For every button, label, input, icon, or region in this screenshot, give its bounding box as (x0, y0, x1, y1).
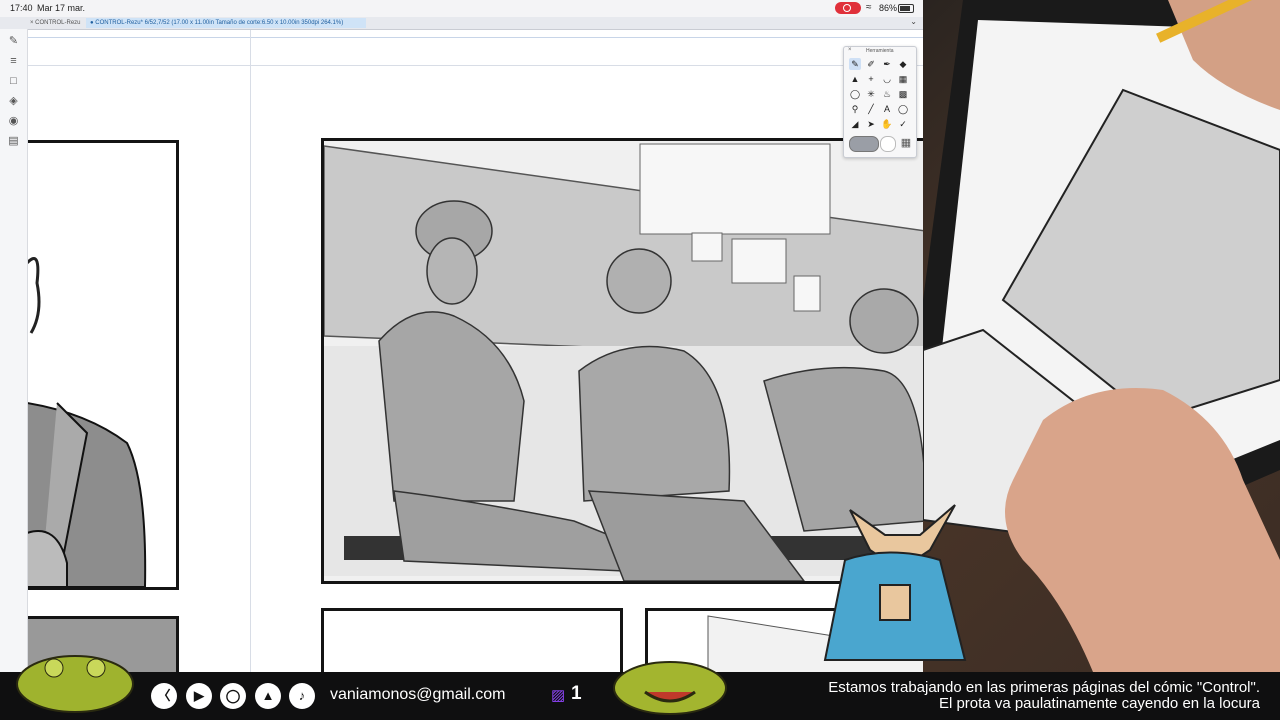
sub-color-swatch[interactable] (880, 136, 896, 152)
sliders-icon[interactable]: ≡ (7, 55, 20, 68)
guide-line (28, 65, 923, 66)
close-icon[interactable]: × (848, 47, 852, 53)
comic-panel-left (28, 140, 179, 590)
artstation-icon[interactable]: ▲ (255, 683, 281, 709)
plus-icon[interactable]: + (865, 73, 877, 85)
gradient-icon[interactable]: ▩ (897, 88, 909, 100)
status-bar: 17:40 Mar 17 mar. ≈ 86% (0, 0, 923, 17)
ruler-icon[interactable]: ◢ (849, 118, 861, 130)
tab-label: CONTROL-Rezu* 6/52,7/52 (17.00 x 11.00in… (95, 20, 344, 26)
instagram-icon[interactable]: ◯ (220, 683, 246, 709)
tab-label: CONTROL-Rezu (35, 20, 81, 26)
eraser-icon[interactable]: ◆ (897, 58, 909, 70)
tab-control-active[interactable]: ● CONTROL-Rezu* 6/52,7/52 (17.00 x 11.00… (86, 18, 366, 28)
contact-email: vaniamonos@gmail.com (330, 686, 506, 703)
wifi-icon: ≈ (866, 2, 872, 13)
brush-icon[interactable]: ✒ (881, 58, 893, 70)
drawing-canvas[interactable] (28, 30, 923, 672)
comic-panel-bottom-middle (321, 608, 623, 672)
left-toolbar: ✎ ≡ □ ◈ ◉ ▤ (0, 29, 28, 672)
webcam-image (923, 0, 1280, 672)
bucket-icon[interactable]: ♨ (881, 88, 893, 100)
battery-icon (898, 4, 914, 13)
materials-icon[interactable]: ◉ (7, 115, 20, 128)
wand-icon[interactable]: ✳ (865, 88, 877, 100)
youtube-icon[interactable]: ▶ (186, 683, 212, 709)
status-date: Mar 17 mar. (37, 3, 86, 13)
dog-mascot-sticker (823, 504, 967, 661)
transparent-color-icon[interactable]: ▦ (899, 136, 913, 150)
webcam-feed (923, 0, 1280, 672)
frog-mascot-right (613, 661, 727, 715)
twitch-icon[interactable]: 〈 (151, 683, 177, 709)
brush-settings-icon[interactable]: ✎ (7, 35, 20, 48)
viewer-count: 1 (571, 683, 582, 704)
frog-mascot-left (16, 655, 134, 713)
character-sketch-left (28, 257, 147, 587)
status-time: 17:40 (10, 3, 33, 13)
move-icon[interactable]: ▲ (849, 73, 861, 85)
pencil-icon[interactable]: ✐ (865, 58, 877, 70)
drawing-app: 17:40 Mar 17 mar. ≈ 86% × CONTROL-Rezu ●… (0, 0, 923, 672)
balloon-icon[interactable]: ◯ (897, 103, 909, 115)
tiktok-icon[interactable]: ♪ (289, 683, 315, 709)
text-icon[interactable]: A (881, 103, 893, 115)
guide-line (250, 30, 251, 672)
twitch-viewers-icon: ▨ (551, 687, 566, 704)
battery-level: 86% (879, 3, 898, 13)
screen-record-icon[interactable] (835, 2, 861, 14)
tool-palette[interactable]: × Herramienta ✎ ✐ ✒ ◆ ▲ + ◡ ▦ ◯ ✳ ♨ ▩ ⚲ … (843, 46, 917, 158)
properties-icon[interactable]: ▤ (7, 135, 20, 148)
lasso-icon[interactable]: ◯ (849, 88, 861, 100)
fill-icon[interactable]: ◡ (881, 73, 893, 85)
guide-line (28, 37, 923, 38)
zoom-icon[interactable]: ⚲ (849, 103, 861, 115)
line-icon[interactable]: ╱ (865, 103, 877, 115)
document-tab-bar: × CONTROL-Rezu ● CONTROL-Rezu* 6/52,7/52… (0, 17, 923, 30)
chevron-down-icon[interactable]: ⌄ (910, 17, 917, 26)
hand-icon[interactable]: ✋ (881, 118, 893, 130)
page-icon[interactable]: □ (7, 75, 20, 88)
grid-icon[interactable]: ▦ (897, 73, 909, 85)
palette-title: Herramienta (866, 48, 894, 54)
main-color-swatch[interactable] (849, 136, 879, 152)
pen-icon[interactable]: ✎ (849, 58, 861, 70)
eyedropper-icon[interactable]: ✓ (897, 118, 909, 130)
select-icon[interactable]: ➤ (865, 118, 877, 130)
layers-icon[interactable]: ◈ (7, 95, 20, 108)
tab-control-1[interactable]: × CONTROL-Rezu (26, 18, 88, 28)
stream-description: Estamos trabajando en las primeras págin… (828, 679, 1260, 712)
